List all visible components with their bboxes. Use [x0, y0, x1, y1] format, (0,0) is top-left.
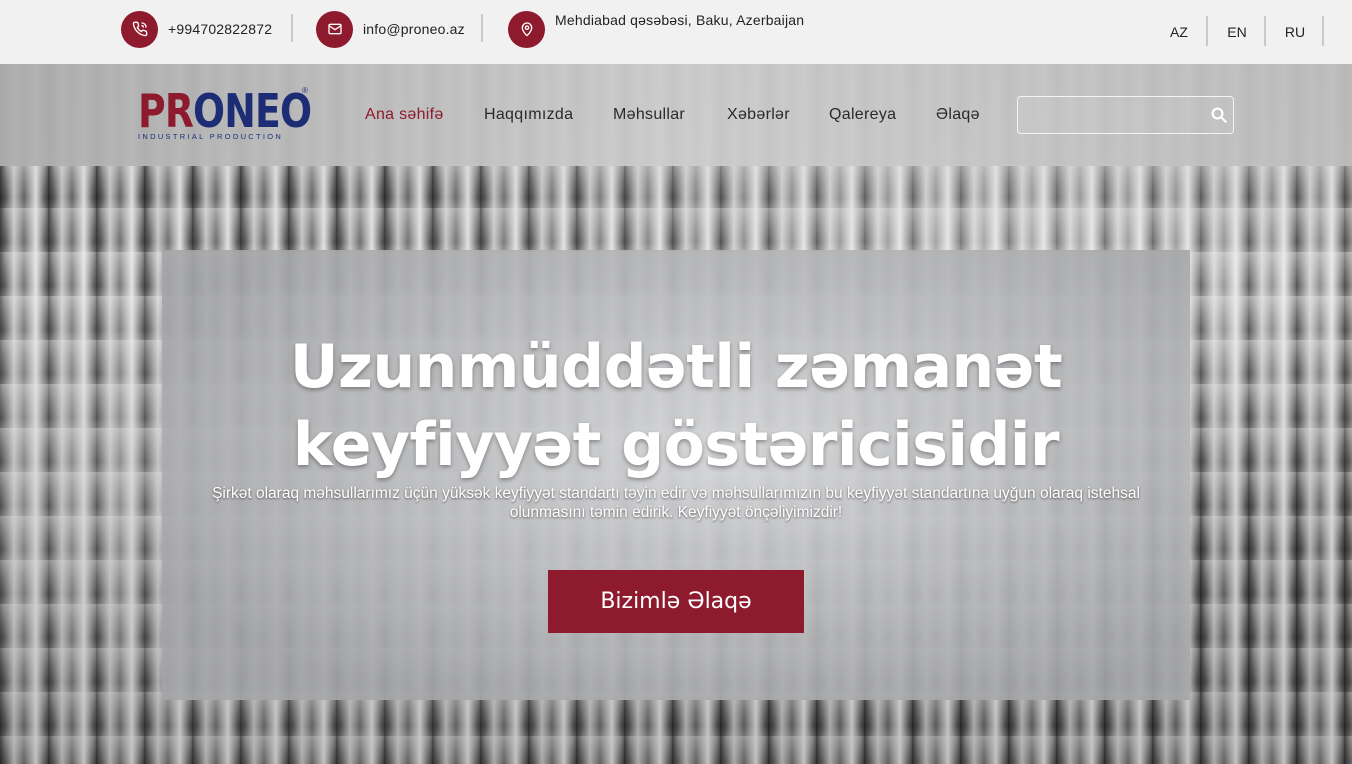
- email-contact[interactable]: info@proneo.az: [316, 10, 483, 48]
- phone-icon: [121, 10, 158, 48]
- phone-number[interactable]: +994702822872: [168, 21, 272, 37]
- search-input[interactable]: [1018, 97, 1203, 133]
- registered-mark: ®: [302, 86, 308, 95]
- nav-about[interactable]: Haqqımızda: [484, 106, 573, 124]
- lang-en[interactable]: EN: [1208, 14, 1266, 46]
- address-contact: Mehdiabad qəsəbəsi, Baku, Azerbaijan: [508, 10, 804, 48]
- lang-ru[interactable]: RU: [1266, 14, 1324, 46]
- main-navbar: PRONEO ® INDUSTRIAL PRODUCTION Ana səhif…: [0, 64, 1352, 166]
- nav-news[interactable]: Xəbərlər: [727, 106, 790, 124]
- location-pin-icon: [508, 10, 545, 48]
- email-address[interactable]: info@proneo.az: [363, 21, 465, 37]
- language-switcher: AZ EN RU: [1150, 14, 1324, 46]
- logo-wordmark: PRONEO: [138, 88, 312, 134]
- mail-icon: [316, 10, 353, 48]
- hero-card: Uzunmüddətli zəmanət keyfiyyət göstərici…: [162, 250, 1190, 700]
- top-contact-bar: +994702822872 info@proneo.az Mehdiabad q…: [0, 0, 1352, 64]
- contact-us-button[interactable]: Bizimlə Əlaqə: [548, 570, 804, 633]
- logo-part2: ONEO: [193, 84, 312, 138]
- logo-tagline: INDUSTRIAL PRODUCTION: [138, 132, 284, 141]
- nav-contact[interactable]: Əlaqə: [936, 106, 980, 124]
- logo[interactable]: PRONEO ® INDUSTRIAL PRODUCTION: [138, 86, 312, 146]
- hero-subtitle: Şirkət olaraq məhsullarımız üçün yüksək …: [212, 485, 1140, 521]
- logo-part1: PR: [138, 84, 194, 138]
- hero-headline-line1: Uzunmüddətli zəmanət: [289, 332, 1063, 402]
- lang-az[interactable]: AZ: [1150, 14, 1208, 46]
- divider: [291, 14, 293, 42]
- divider: [481, 14, 483, 42]
- phone-contact[interactable]: +994702822872: [121, 10, 293, 48]
- nav-products[interactable]: Məhsullar: [613, 106, 685, 124]
- hero-headline-line2: keyfiyyət göstəricisidir: [292, 410, 1060, 480]
- address-text: Mehdiabad qəsəbəsi, Baku, Azerbaijan: [555, 12, 805, 28]
- hero-headline: Uzunmüddətli zəmanət keyfiyyət göstərici…: [162, 328, 1190, 484]
- search-icon[interactable]: [1210, 106, 1228, 124]
- search-box: [1017, 96, 1234, 134]
- nav-gallery[interactable]: Qalereya: [829, 106, 896, 124]
- nav-home[interactable]: Ana səhifə: [365, 106, 444, 124]
